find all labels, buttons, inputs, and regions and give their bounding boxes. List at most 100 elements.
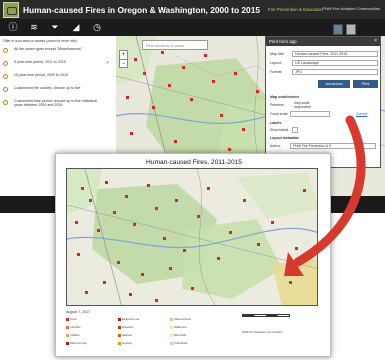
- legend-swatch: [170, 318, 173, 321]
- filter-option-custom-causes[interactable]: Customized fire causes: choose up to fiv…: [3, 86, 115, 98]
- layout-select[interactable]: US Landscape: [292, 59, 378, 66]
- radio-button[interactable]: [3, 100, 8, 105]
- print-panel-header: Print from app: [266, 37, 380, 46]
- legend-swatch: [170, 334, 173, 337]
- legend-item: Wilderness: [170, 326, 187, 329]
- app-subtitle-link[interactable]: Fire Prevention & Education: [268, 7, 323, 12]
- legend-swatch: [118, 342, 121, 345]
- radio-button[interactable]: [3, 87, 8, 92]
- legend-item: Fireworks: [118, 326, 133, 329]
- legend-item: Children: [66, 334, 80, 337]
- app-title: Human-caused Fires in Oregon & Washingto…: [23, 4, 261, 15]
- clock-icon[interactable]: ◷: [92, 23, 102, 32]
- show-labels-checkbox[interactable]: [292, 127, 298, 133]
- legend-label: Smoking: [122, 342, 133, 346]
- app-logo-icon: [3, 1, 19, 18]
- output-map-graphic: [67, 169, 317, 305]
- zoom-control: + −: [119, 50, 128, 68]
- output-legend: August 7, 2017 Arson Campfire Children Debr…: [66, 310, 318, 354]
- legend-item: BLM lands: [170, 334, 186, 337]
- legend-item: Equipment use: [118, 318, 139, 321]
- current-scale-link[interactable]: Current: [356, 112, 367, 116]
- output-title: Human-caused Fires, 2011-2015: [146, 159, 242, 166]
- filter-option-custom-years[interactable]: Customized time period: choose up to fiv…: [3, 99, 115, 115]
- output-date: August 7, 2017: [66, 310, 91, 314]
- format-label: Format:: [270, 69, 283, 74]
- checkmark-icon: ✓: [105, 60, 110, 66]
- print-button[interactable]: Print: [353, 80, 378, 88]
- filter-option-label: 5-year time period, 2011 to 2015: [14, 60, 66, 64]
- legend-item: Smoking: [118, 342, 132, 345]
- map-title-row: Map title: Human-caused Fires, 2011-2015: [270, 50, 378, 57]
- legend-swatch: [170, 326, 173, 329]
- legend-swatch: [66, 318, 69, 321]
- radio-button[interactable]: [3, 61, 8, 66]
- legend-label: Children: [70, 334, 80, 338]
- author-label: Author:: [270, 144, 281, 148]
- legend-item: National forest: [170, 318, 191, 321]
- legend-swatch: [118, 334, 121, 337]
- legend-label: National forest: [174, 318, 191, 322]
- legend-label: Debris burning: [70, 342, 87, 346]
- close-icon[interactable]: ×: [374, 38, 377, 44]
- map-header-bar: [116, 19, 385, 36]
- filter-option-label: Customized time period: choose up to fiv…: [14, 99, 97, 108]
- print-tool-icon[interactable]: [346, 24, 356, 35]
- legend-label: Railroad: [122, 334, 132, 338]
- zoom-out-button[interactable]: −: [120, 59, 127, 67]
- scale-bar: [242, 314, 290, 317]
- sidebar-toolbar: ⓘ ≋ ⏷ ◢ ◷: [0, 19, 116, 36]
- legend-item: Debris burning: [66, 342, 87, 345]
- layout-row: Layout: US Landscape: [270, 59, 378, 66]
- map-search-input[interactable]: Find address or place: [142, 40, 208, 50]
- force-scale-label: Force scale:: [270, 112, 289, 116]
- legend-label: Arson: [70, 318, 77, 322]
- partner-link[interactable]: PNW Fire Adapted Communities: [322, 6, 380, 11]
- format-select[interactable]: JPG: [292, 68, 378, 75]
- legend-swatch: [66, 334, 69, 337]
- map-title-label: Map title:: [270, 51, 285, 56]
- layout-label: Layout:: [270, 60, 282, 65]
- filter-option-label: 15-year time period, 2000 to 2015: [14, 73, 68, 77]
- legend-swatch: [66, 326, 69, 329]
- output-credit: PNW Fire Adapted Communities: [242, 330, 283, 334]
- info-icon[interactable]: ⓘ: [8, 23, 18, 32]
- legend-swatch: [118, 318, 121, 321]
- legend-label: BLM lands: [174, 334, 187, 338]
- preserve-map-extent-radio[interactable]: map extent: [294, 105, 311, 109]
- layers-icon[interactable]: ≋: [29, 23, 39, 32]
- print-panel: Print from app × Map title: Human-caused…: [265, 36, 381, 168]
- radio-button[interactable]: [3, 48, 8, 53]
- legend-item: Arson: [66, 318, 77, 321]
- legend-swatch: [66, 342, 69, 345]
- legend-item: Campfire: [66, 326, 81, 329]
- title-bar: Human-caused Fires in Oregon & Washingto…: [0, 0, 385, 19]
- author-input[interactable]: PNW Fire Prevention & E: [290, 143, 376, 149]
- legend-label: Fireworks: [122, 326, 134, 330]
- format-row: Format: JPG: [270, 68, 378, 75]
- map-title-input[interactable]: Human-caused Fires, 2011-2015: [292, 50, 378, 57]
- filter-option-5-year[interactable]: 5-year time period, 2011 to 2015 ✓: [3, 60, 115, 72]
- basemap-tool-icon[interactable]: [333, 24, 343, 35]
- legend-swatch: [170, 342, 173, 345]
- force-scale-input[interactable]: [290, 111, 330, 117]
- layout-metadata-section-title: Layout metadata: [270, 136, 299, 140]
- screenshot-stage: Human-caused Fires in Oregon & Washingto…: [0, 0, 385, 360]
- legend-item: Tribal lands: [170, 342, 187, 345]
- legend-item: Railroad: [118, 334, 132, 337]
- printed-map-output: Human-caused Fires, 2011-2015 August 7, …: [55, 153, 331, 357]
- map-scale-section-title: Map scale/extent: [270, 95, 299, 99]
- chart-icon[interactable]: ◢: [71, 23, 81, 32]
- legend-label: Campfire: [70, 326, 81, 330]
- legend-label: Wilderness: [174, 326, 187, 330]
- legend-swatch: [118, 326, 121, 329]
- filter-option-all-causes[interactable]: All fire cause types except "Miscellaneo…: [3, 47, 115, 59]
- advanced-button[interactable]: Advanced: [318, 80, 350, 88]
- filter-option-label: All fire cause types except "Miscellaneo…: [14, 47, 83, 51]
- legend-label: Tribal lands: [174, 342, 188, 346]
- filter-icon[interactable]: ⏷: [50, 23, 60, 32]
- radio-button[interactable]: [3, 74, 8, 79]
- filter-option-15-year[interactable]: 15-year time period, 2000 to 2015: [3, 73, 115, 85]
- zoom-in-button[interactable]: +: [120, 51, 127, 59]
- preserve-label: Preserve:: [270, 103, 285, 107]
